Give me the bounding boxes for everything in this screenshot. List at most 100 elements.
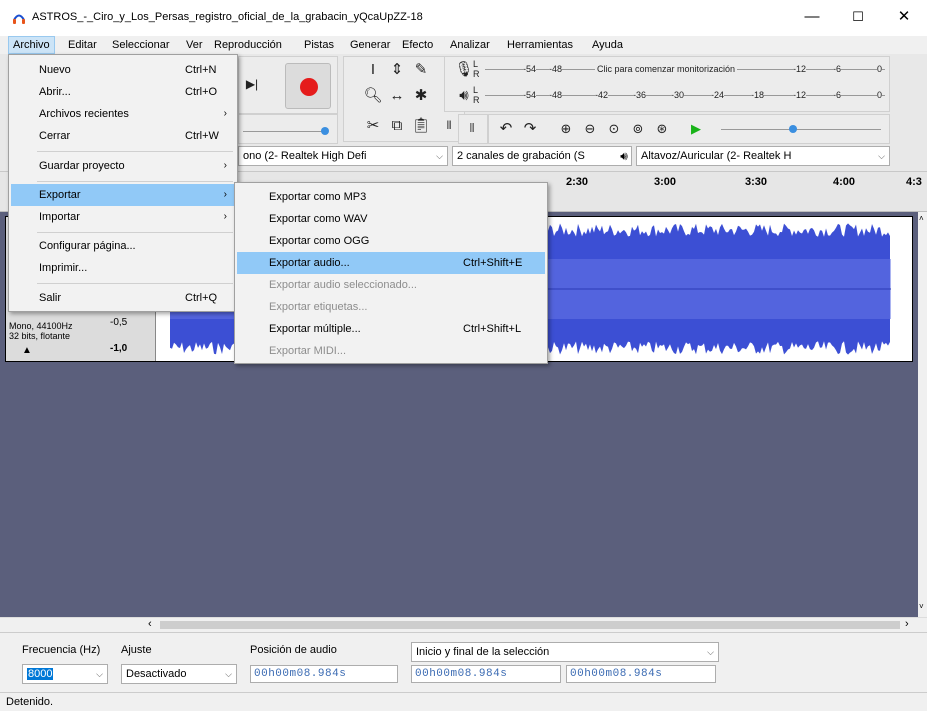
skip-end-icon[interactable]: ▶|: [241, 73, 263, 95]
play-at-speed-icon[interactable]: ▶: [685, 118, 707, 140]
selection-mode-select[interactable]: Inicio y final de la selección ⌵: [411, 642, 719, 662]
menu-pistas[interactable]: Pistas: [300, 36, 338, 54]
menu-reproduccion[interactable]: Reproducción: [210, 36, 286, 54]
draw-tool-icon[interactable]: ✎: [410, 59, 432, 81]
menu-archivo[interactable]: Archivo: [8, 36, 55, 54]
fit-project-icon[interactable]: ⊚: [627, 118, 649, 140]
cut-icon[interactable]: ✂: [362, 115, 384, 137]
maximize-button[interactable]: ☐: [835, 0, 881, 36]
menu-item-nuevo[interactable]: Nuevo Ctrl+N: [11, 59, 235, 81]
menu-item-label: Exportar como WAV: [269, 213, 368, 225]
menu-item-exportar-wav[interactable]: Exportar como WAV: [237, 208, 545, 230]
silence-icon[interactable]: ⫼: [461, 118, 483, 140]
close-button[interactable]: ✕: [881, 0, 927, 36]
speaker-icon[interactable]: 🔊︎: [453, 85, 475, 107]
horizontal-scrollbar[interactable]: ‹ ›: [0, 617, 927, 632]
zoom-toggle-icon[interactable]: ⊛: [651, 118, 673, 140]
menu-seleccionar[interactable]: Seleccionar: [108, 36, 173, 54]
selection-end-field[interactable]: 00h00m08.984s: [566, 665, 716, 683]
menu-generar[interactable]: Generar: [346, 36, 394, 54]
envelope-tool-icon[interactable]: ⇕: [386, 59, 408, 81]
timeshift-tool-icon[interactable]: ↔: [386, 85, 408, 107]
menu-item-exportar-audio[interactable]: Exportar audio... Ctrl+Shift+E: [237, 252, 545, 274]
menu-shortcut: Ctrl+Q: [185, 292, 218, 304]
selection-start-field[interactable]: 00h00m08.984s: [411, 665, 561, 683]
menu-item-label: Abrir...: [39, 86, 71, 98]
mixer-toolbar: [238, 114, 338, 144]
audio-position-field[interactable]: 00h00m08.984s: [250, 665, 398, 683]
rec-monitor-hint[interactable]: Clic para comenzar monitorización: [595, 64, 738, 74]
selection-tool-icon[interactable]: I: [362, 59, 384, 81]
volume-thumb[interactable]: [321, 127, 329, 135]
menu-item-exportar-mp3[interactable]: Exportar como MP3: [237, 186, 545, 208]
microphone-icon[interactable]: 🎙︎: [453, 59, 475, 81]
menu-item-exportar-multiple[interactable]: Exportar múltiple... Ctrl+Shift+L: [237, 318, 545, 340]
chevron-down-icon: ⌵: [225, 669, 232, 679]
menu-item-configurar-pagina[interactable]: Configurar página...: [11, 235, 235, 257]
menu-herramientas[interactable]: Herramientas: [503, 36, 577, 54]
playback-speaker-icon: 🔊︎: [620, 149, 628, 163]
menu-item-archivos-recientes[interactable]: Archivos recientes ›: [11, 103, 235, 125]
scroll-left-icon[interactable]: ‹: [148, 618, 152, 630]
menu-shortcut: Ctrl+Shift+L: [463, 323, 522, 335]
volume-slider[interactable]: [243, 131, 327, 132]
recording-device-select[interactable]: ono (2- Realtek High Defi ⌵: [238, 146, 448, 166]
rec-tick: -12: [793, 64, 807, 74]
play-speed-thumb[interactable]: [789, 125, 797, 133]
menu-item-abrir[interactable]: Abrir... Ctrl+O: [11, 81, 235, 103]
menu-item-label: Archivos recientes: [39, 108, 129, 120]
menu-item-exportar-etiquetas[interactable]: Exportar etiquetas...: [237, 296, 545, 318]
redo-icon[interactable]: ↷: [519, 118, 541, 140]
play-meter-line[interactable]: [485, 95, 885, 96]
scroll-up-icon[interactable]: ˄: [919, 214, 924, 223]
menu-analizar[interactable]: Analizar: [446, 36, 494, 54]
trim-icon[interactable]: ⫴: [438, 115, 460, 137]
menu-item-imprimir[interactable]: Imprimir...: [11, 257, 235, 279]
zoom-out-icon[interactable]: ⊖: [579, 118, 601, 140]
recording-device-value: ono (2- Realtek High Defi: [243, 150, 367, 162]
menu-shortcut: Ctrl+Shift+E: [463, 257, 523, 269]
menu-efecto[interactable]: Efecto: [398, 36, 437, 54]
menu-item-label: Exportar múltiple...: [269, 323, 361, 335]
timeline-tick: 4:00: [833, 176, 856, 188]
zoom-tool-icon[interactable]: 🔍︎: [362, 85, 384, 107]
export-submenu: Exportar como MP3 Exportar como WAV Expo…: [234, 182, 548, 364]
copy-icon[interactable]: ⧉: [386, 115, 408, 137]
record-button[interactable]: [285, 63, 331, 109]
collapse-track-button[interactable]: ▲: [22, 345, 32, 356]
menu-item-exportar-midi[interactable]: Exportar MIDI...: [237, 340, 545, 362]
zoom-in-icon[interactable]: ⊕: [555, 118, 577, 140]
channels-select[interactable]: 2 canales de grabación (S ⌵: [452, 146, 632, 166]
track-bits: 32 bits, flotante: [9, 331, 71, 341]
menu-item-exportar-ogg[interactable]: Exportar como OGG: [237, 230, 545, 252]
submenu-arrow-icon: ›: [223, 189, 227, 200]
multi-tool-icon[interactable]: ✱: [410, 85, 432, 107]
menu-item-exportar-audio-seleccionado[interactable]: Exportar audio seleccionado...: [237, 274, 545, 296]
vertical-scrollbar[interactable]: ˄ ˅: [918, 212, 927, 617]
snap-select[interactable]: Desactivado ⌵: [121, 664, 237, 684]
menu-item-guardar-proyecto[interactable]: Guardar proyecto ›: [11, 155, 235, 177]
title-bar: ASTROS_-_Ciro_y_Los_Persas_registro_ofic…: [0, 0, 927, 36]
edit-toolbar: ↶ ↷ ⊕ ⊖ ⊙ ⊚ ⊛ ▶: [488, 114, 890, 144]
menu-editar[interactable]: Editar: [64, 36, 101, 54]
rate-select[interactable]: 8000 ⌵: [22, 664, 108, 684]
menu-item-label: Salir: [39, 292, 62, 304]
position-label: Posición de audio: [250, 644, 337, 656]
menu-ayuda[interactable]: Ayuda: [588, 36, 627, 54]
minimize-button[interactable]: —: [789, 0, 835, 36]
menu-ver[interactable]: Ver: [182, 36, 207, 54]
menu-item-exportar[interactable]: Exportar ›: [11, 184, 235, 206]
scroll-down-icon[interactable]: ˅: [919, 602, 924, 611]
scroll-thumb[interactable]: [160, 621, 900, 629]
undo-icon[interactable]: ↶: [495, 118, 517, 140]
play-speed-slider[interactable]: [721, 129, 881, 130]
menu-item-salir[interactable]: Salir Ctrl+Q: [11, 287, 235, 309]
paste-icon[interactable]: 📋︎: [410, 115, 432, 137]
menu-shortcut: Ctrl+W: [185, 130, 219, 142]
submenu-arrow-icon: ›: [223, 108, 227, 119]
scroll-right-icon[interactable]: ›: [905, 618, 909, 630]
fit-selection-icon[interactable]: ⊙: [603, 118, 625, 140]
playback-device-select[interactable]: Altavoz/Auricular (2- Realtek H ⌵: [636, 146, 890, 166]
menu-item-cerrar[interactable]: Cerrar Ctrl+W: [11, 125, 235, 147]
menu-item-importar[interactable]: Importar ›: [11, 206, 235, 228]
